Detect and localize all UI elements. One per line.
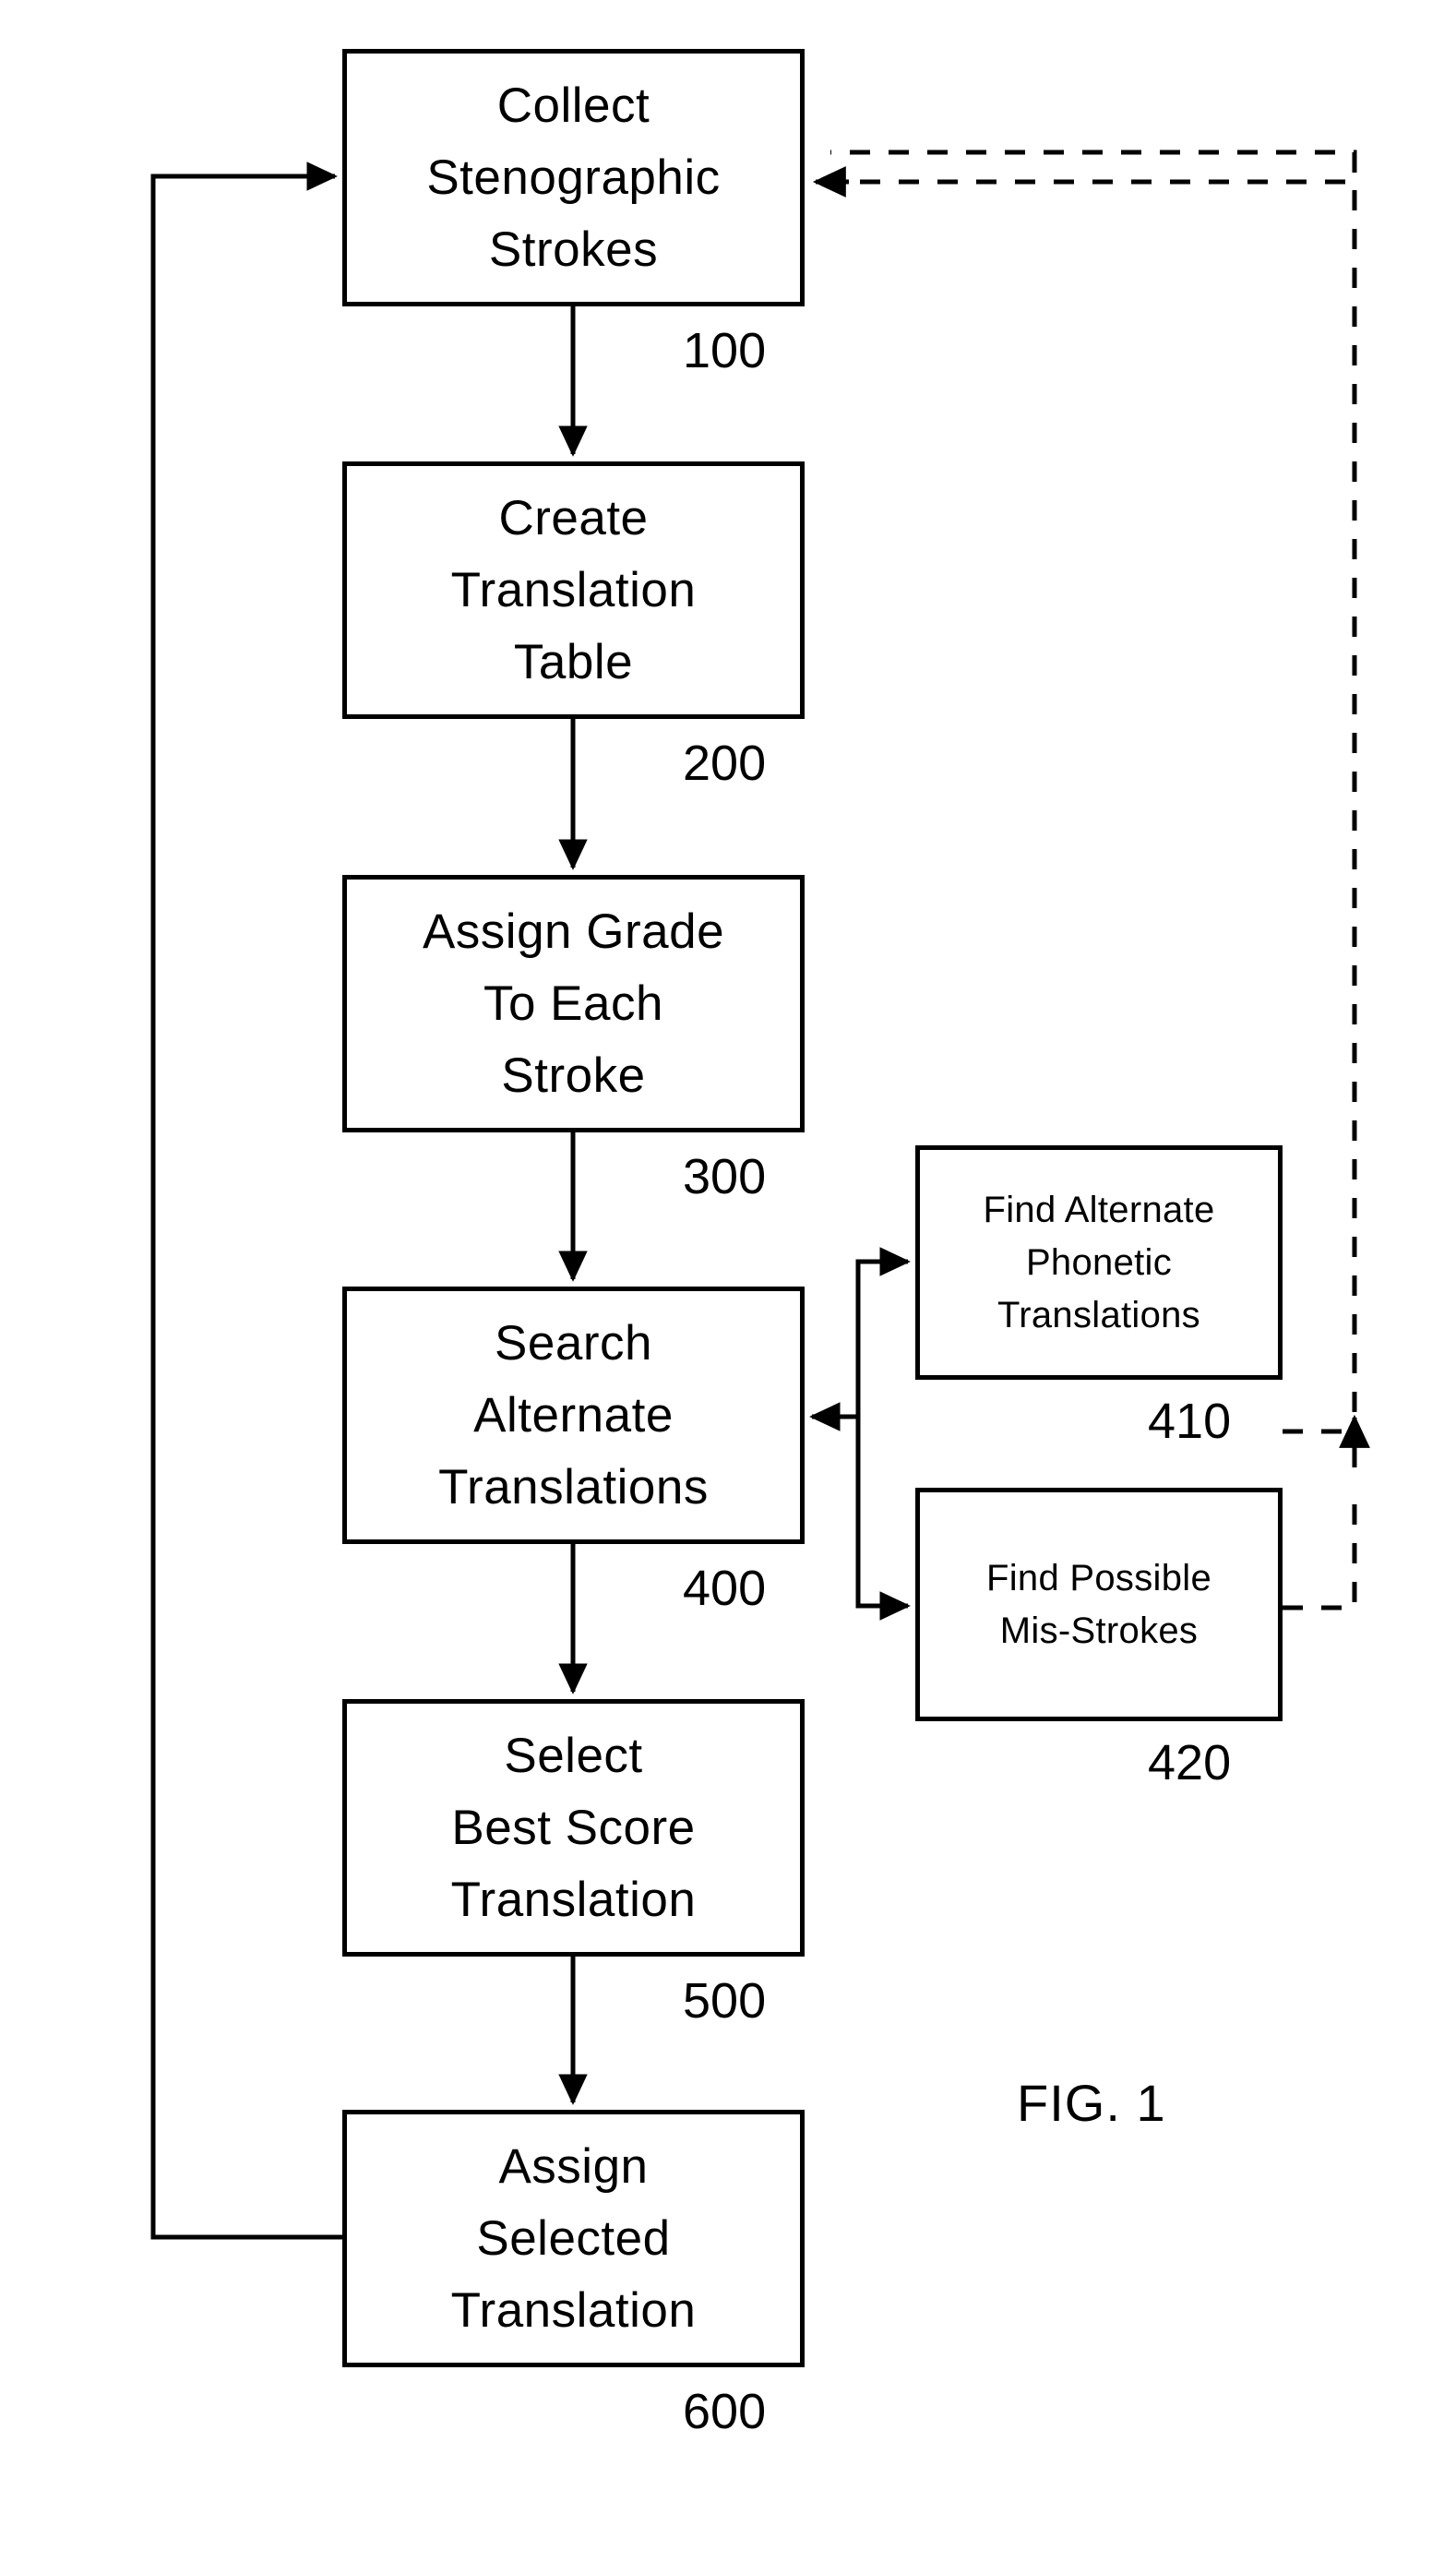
node-select-best-score-translation[interactable]: Select Best Score Translation [342,1699,805,1957]
node-line: Mis-Strokes [999,1610,1199,1651]
node-line: Collect [496,78,650,133]
node-line: Select [504,1728,643,1783]
connector-400-to-420 [855,1417,911,1621]
node-line: Strokes [488,221,659,277]
ref-label-300: 300 [683,1149,767,1204]
node-line: Selected [476,2210,671,2266]
node-line: Table [513,634,634,689]
node-line: Create [498,490,649,545]
ref-label-420: 420 [1148,1735,1232,1790]
connector-420-to-riser [1283,1486,1357,1610]
ref-label-410: 410 [1148,1394,1232,1449]
ref-label-500: 500 [683,1973,767,2029]
node-line: Stroke [501,1048,646,1103]
node-line: Best Score [451,1800,696,1855]
node-line: Translation [450,562,697,617]
node-line: Assign Grade [422,904,725,959]
ref-label-600: 600 [683,2384,767,2439]
node-collect-stenographic-strokes[interactable]: Collect Stenographic Strokes [342,49,805,306]
node-search-alternate-translations[interactable]: Search Alternate Translations [342,1287,805,1544]
node-find-possible-mis-strokes[interactable]: Find Possible Mis-Strokes [915,1488,1283,1721]
ref-label-200: 200 [683,736,767,791]
node-line: Translations [438,1459,709,1514]
connector-dashed-elbow-100 [858,152,1357,185]
node-line: Find Alternate [983,1189,1215,1230]
node-assign-grade-to-each-stroke[interactable]: Assign Grade To Each Stroke [342,875,805,1132]
figure-caption: FIG. 1 [1017,2074,1166,2132]
node-line: Find Possible [985,1557,1212,1598]
node-line: Translations [997,1294,1200,1335]
node-line: Translation [450,2282,697,2338]
node-line: Search [495,1315,652,1371]
ref-label-100: 100 [683,323,767,378]
node-find-alternate-phonetic-translations[interactable]: Find Alternate Phonetic Translations [915,1145,1283,1380]
node-assign-selected-translation[interactable]: Assign Selected Translation [342,2110,805,2367]
node-line: Phonetic [1025,1241,1173,1283]
node-line: Alternate [473,1387,674,1443]
node-line: Assign [498,2138,649,2194]
connector-400-to-410 [855,1247,911,1417]
patent-figure: Collect Stenographic Strokes 100 Create … [0,0,1456,2562]
ref-label-400: 400 [683,1561,767,1616]
node-line: Stenographic [426,150,721,205]
node-create-translation-table[interactable]: Create Translation Table [342,461,805,719]
node-line: Translation [450,1872,697,1927]
node-line: To Each [483,976,663,1031]
connector-600-to-100 [150,162,342,2240]
